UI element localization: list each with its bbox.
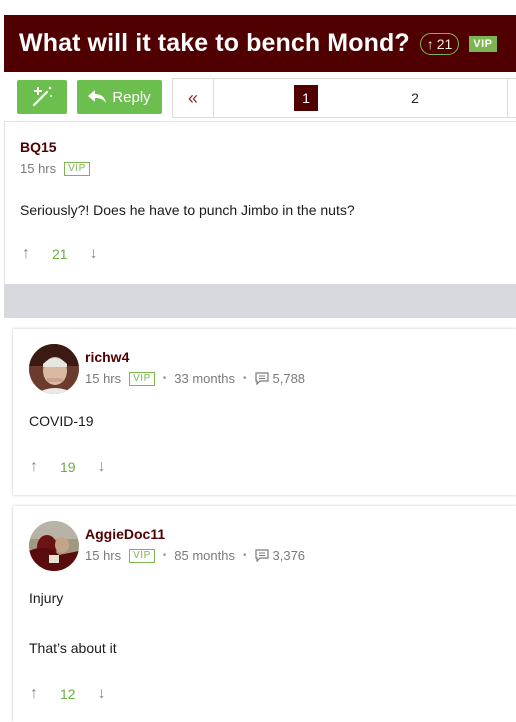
post-meta: 15 hrs VIP bbox=[20, 161, 90, 176]
member-tenure: 33 months bbox=[174, 371, 235, 386]
separator-dot: • bbox=[242, 550, 247, 561]
reply-button-label: Reply bbox=[112, 88, 151, 106]
vip-badge: VIP bbox=[64, 161, 90, 176]
new-post-button[interactable] bbox=[17, 80, 67, 114]
post-votes: ↑ 21 ↓ bbox=[22, 245, 98, 263]
section-divider bbox=[4, 284, 516, 318]
downvote-arrow-icon[interactable]: ↓ bbox=[98, 458, 106, 476]
upvote-arrow-icon[interactable]: ↑ bbox=[22, 245, 30, 263]
separator-dot: • bbox=[162, 550, 167, 561]
page-2-button[interactable]: 2 bbox=[403, 85, 427, 111]
member-tenure: 85 months bbox=[174, 548, 235, 563]
thread-vote-count: 21 bbox=[436, 35, 453, 52]
thread-header: What will it take to bench Mond? ↑ 21 VI… bbox=[4, 15, 516, 72]
page-1-button[interactable]: 1 bbox=[294, 85, 318, 111]
post-time: 15 hrs bbox=[85, 548, 122, 563]
reply-card: AggieDoc11 15 hrs VIP • 85 months • 3,37… bbox=[13, 506, 516, 722]
pagination: « 1 2 bbox=[172, 78, 516, 118]
post-author[interactable]: richw4 bbox=[85, 349, 129, 365]
magic-wand-plus-icon bbox=[32, 86, 52, 107]
post-time: 15 hrs bbox=[85, 371, 122, 386]
upvote-arrow-icon[interactable]: ↑ bbox=[30, 685, 38, 703]
avatar-image bbox=[29, 521, 79, 571]
post-body-line: Injury bbox=[29, 590, 64, 606]
post-count-value: 3,376 bbox=[272, 548, 306, 563]
post-count-value: 5,788 bbox=[272, 371, 306, 386]
reply-button[interactable]: Reply bbox=[77, 80, 162, 114]
up-arrow-icon: ↑ bbox=[426, 35, 434, 52]
reply-card: richw4 15 hrs VIP • 33 months • 5,788 CO… bbox=[13, 329, 516, 495]
first-page-button[interactable]: « bbox=[173, 79, 214, 117]
vote-count: 19 bbox=[60, 459, 76, 475]
original-post: BQ15 15 hrs VIP Seriously?! Does he have… bbox=[4, 121, 516, 285]
upvote-arrow-icon[interactable]: ↑ bbox=[30, 458, 38, 476]
thread-title: What will it take to bench Mond? bbox=[19, 29, 410, 57]
vote-count: 12 bbox=[60, 686, 76, 702]
post-votes: ↑ 12 ↓ bbox=[30, 685, 106, 703]
thread-toolbar: Reply « 1 2 bbox=[4, 76, 516, 120]
double-chevron-left-icon: « bbox=[187, 87, 198, 108]
post-body: COVID-19 bbox=[29, 413, 94, 429]
comment-icon bbox=[254, 372, 269, 385]
post-meta: 15 hrs VIP • 33 months • 5,788 bbox=[85, 371, 305, 386]
thread-vote-badge: ↑ 21 bbox=[419, 32, 460, 55]
post-count: 5,788 bbox=[254, 371, 306, 386]
post-votes: ↑ 19 ↓ bbox=[30, 458, 106, 476]
post-time: 15 hrs bbox=[20, 161, 57, 176]
post-count: 3,376 bbox=[254, 548, 306, 563]
downvote-arrow-icon[interactable]: ↓ bbox=[98, 685, 106, 703]
post-body-line: That’s about it bbox=[29, 640, 117, 656]
post-author[interactable]: BQ15 bbox=[20, 139, 57, 155]
reply-arrow-icon bbox=[88, 90, 107, 103]
pager-divider bbox=[507, 79, 508, 117]
separator-dot: • bbox=[162, 373, 167, 384]
downvote-arrow-icon[interactable]: ↓ bbox=[90, 245, 98, 263]
comment-icon bbox=[254, 549, 269, 562]
separator-dot: • bbox=[242, 373, 247, 384]
vip-badge: VIP bbox=[469, 35, 497, 52]
vote-count: 21 bbox=[52, 246, 68, 262]
avatar-image bbox=[29, 344, 79, 394]
avatar[interactable] bbox=[29, 521, 79, 571]
post-author[interactable]: AggieDoc11 bbox=[85, 526, 165, 542]
avatar[interactable] bbox=[29, 344, 79, 394]
post-meta: 15 hrs VIP • 85 months • 3,376 bbox=[85, 548, 305, 563]
vip-badge: VIP bbox=[129, 371, 155, 386]
post-body: Seriously?! Does he have to punch Jimbo … bbox=[20, 202, 355, 218]
vip-badge: VIP bbox=[129, 548, 155, 563]
